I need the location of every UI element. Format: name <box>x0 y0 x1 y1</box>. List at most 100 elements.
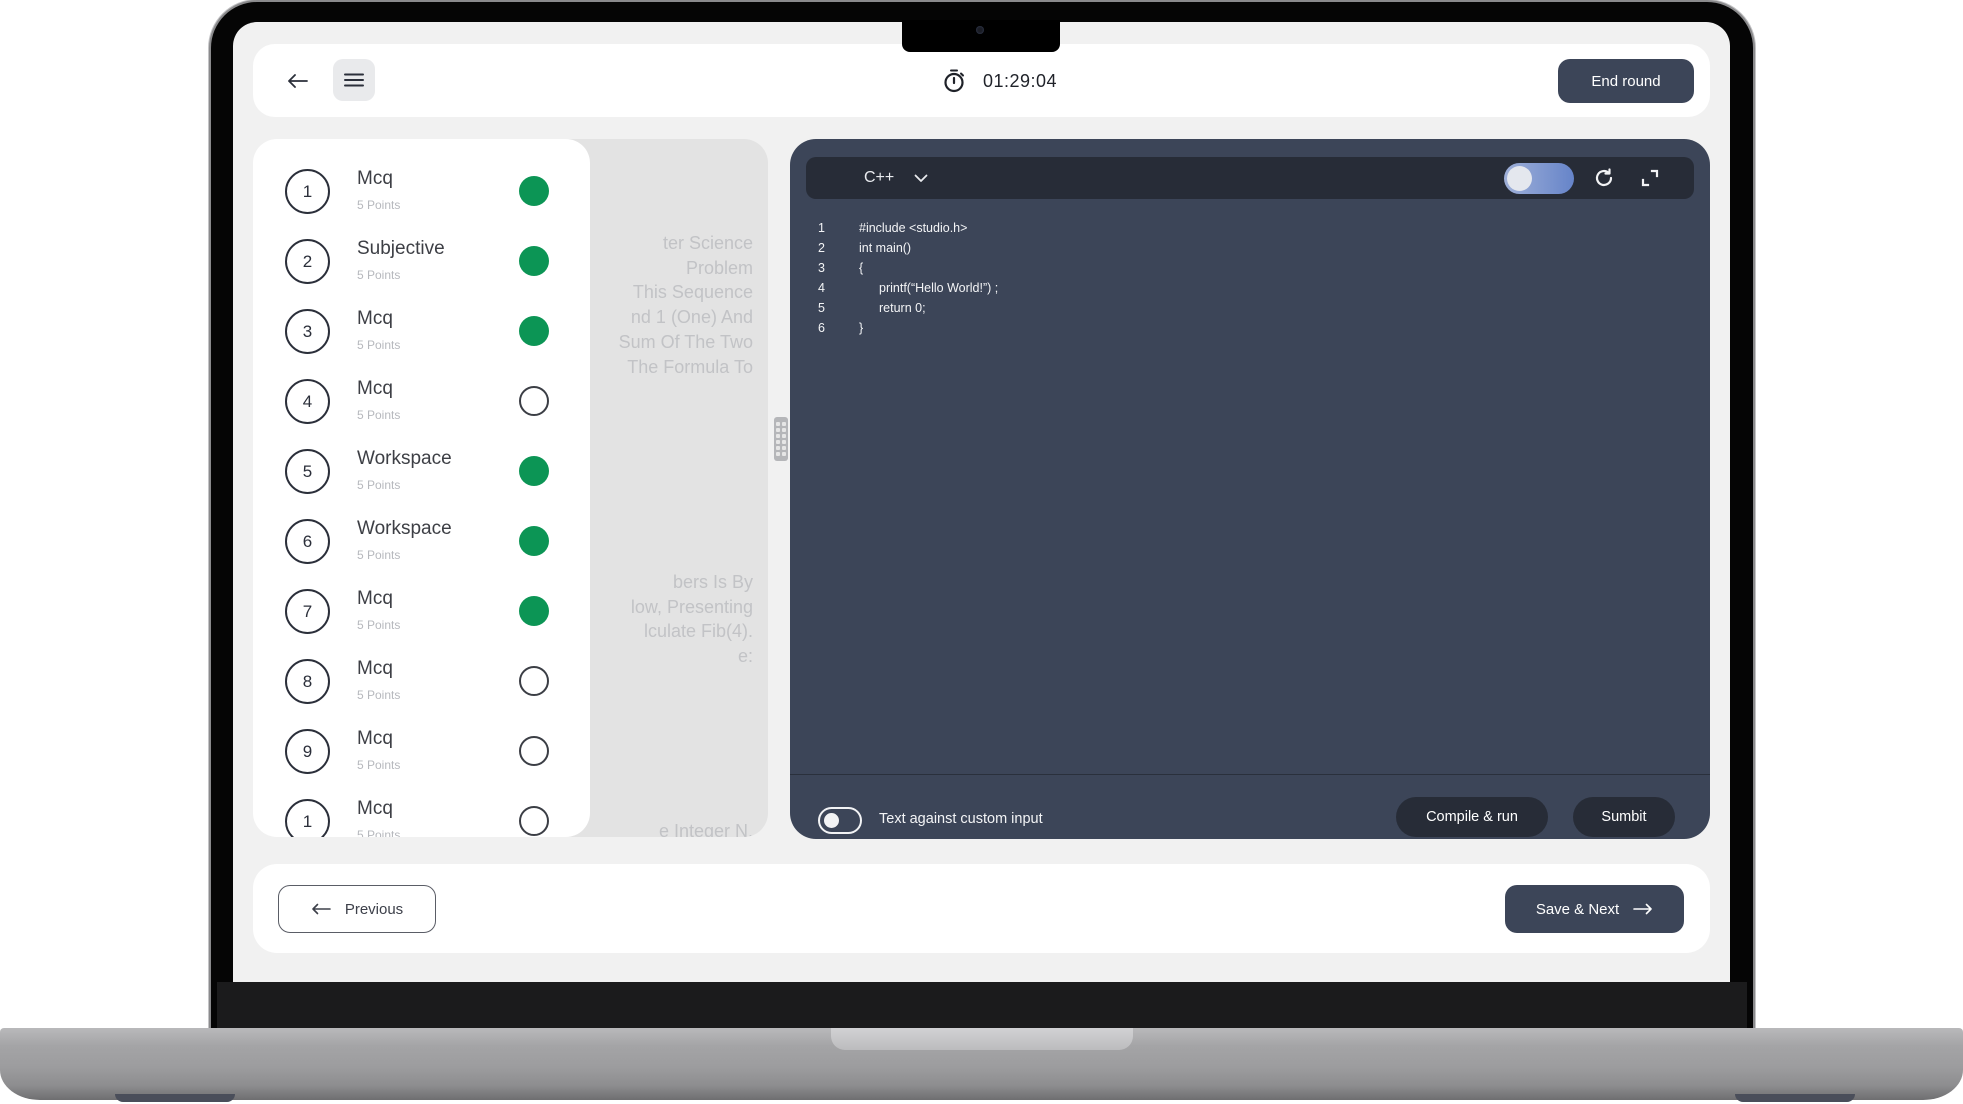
question-text-bottom: e Integer N. <box>563 819 753 837</box>
question-type: Mcq <box>357 168 393 189</box>
line-code: printf(“Hello World!”) ; <box>879 281 999 295</box>
compile-run-button[interactable]: Compile & run <box>1396 797 1548 837</box>
question-list-item[interactable]: 1 Mcq 5 Points <box>253 161 590 221</box>
question-line: This Sequence <box>632 282 753 303</box>
save-next-label: Save & Next <box>1535 900 1620 918</box>
code-area[interactable]: 1 #include <studio.h> 2 int main() 3{4 printf… <box>790 221 1710 341</box>
language-select[interactable]: C++ <box>864 157 928 199</box>
question-type: Mcq <box>357 658 393 679</box>
code-line: 3{ <box>790 261 1710 281</box>
question-list-item[interactable]: 8 Mcq 5 Points <box>253 651 590 711</box>
question-type: Workspace <box>357 448 452 469</box>
unanswered-status-icon <box>519 666 549 696</box>
custom-input-toggle[interactable] <box>818 807 862 834</box>
question-list-item[interactable]: 3 Mcq 5 Points <box>253 301 590 361</box>
question-points: 5 Points <box>357 618 401 632</box>
question-line: e: <box>737 646 753 667</box>
theme-toggle[interactable] <box>1504 163 1574 194</box>
question-list: 1 Mcq 5 Points 2 Subjective 5 Points 3 Mcq 5 Poi… <box>253 139 590 837</box>
question-line: The Formula To <box>627 356 753 377</box>
menu-button[interactable] <box>333 59 375 101</box>
question-list-item[interactable]: 4 Mcq 5 Points <box>253 371 590 431</box>
question-points: 5 Points <box>357 548 401 562</box>
question-number: 8 <box>285 659 330 704</box>
question-number: 1 <box>285 799 330 837</box>
question-type: Mcq <box>357 588 393 609</box>
question-number: 6 <box>285 519 330 564</box>
question-text-middle: bers Is By low, Presenting lculate Fib(4… <box>563 570 753 669</box>
line-number: 5 <box>818 301 825 315</box>
line-code: #include <studio.h> <box>859 221 968 235</box>
question-line: Sum Of The Two <box>618 331 753 352</box>
question-line: nd 1 (One) And <box>630 307 753 328</box>
back-button[interactable] <box>283 66 313 96</box>
laptop-base <box>0 1028 1963 1100</box>
question-type: Workspace <box>357 518 452 539</box>
question-number: 9 <box>285 729 330 774</box>
editor-toolbar: C++ <box>806 157 1694 199</box>
camera-notch <box>902 20 1060 52</box>
laptop-foot <box>1735 1094 1855 1102</box>
line-code: return 0; <box>879 301 926 315</box>
question-list-item[interactable]: 7 Mcq 5 Points <box>253 581 590 641</box>
question-type: Mcq <box>357 378 393 399</box>
question-number: 3 <box>285 309 330 354</box>
custom-input-toggle-knob <box>824 813 839 828</box>
question-points: 5 Points <box>357 338 401 352</box>
unanswered-status-icon <box>519 386 549 416</box>
save-next-button[interactable]: Save & Next <box>1505 885 1684 933</box>
end-round-button[interactable]: End round <box>1558 59 1694 103</box>
question-type: Mcq <box>357 308 393 329</box>
question-points: 5 Points <box>357 408 401 422</box>
top-bar: 01:29:04 End round <box>253 44 1710 117</box>
line-number: 2 <box>818 241 825 255</box>
timer-value: 01:29:04 <box>983 70 1058 91</box>
code-line: 6} <box>790 321 1710 341</box>
question-number: 2 <box>285 239 330 284</box>
question-number: 1 <box>285 169 330 214</box>
unanswered-status-icon <box>519 736 549 766</box>
question-list-item[interactable]: 2 Subjective 5 Points <box>253 231 590 291</box>
question-list-item[interactable]: 9 Mcq 5 Points <box>253 721 590 781</box>
answered-status-icon <box>519 596 549 626</box>
hamburger-icon <box>344 73 364 87</box>
previous-button[interactable]: Previous <box>278 885 436 933</box>
line-code: { <box>859 261 864 275</box>
refresh-icon <box>1595 168 1613 187</box>
line-number: 4 <box>818 281 825 295</box>
code-line: 2 int main() <box>790 241 1710 261</box>
camera-icon <box>976 26 984 34</box>
question-line: low, Presenting <box>630 596 753 617</box>
question-line: e Integer N. <box>658 821 753 837</box>
reset-code-button[interactable] <box>1592 166 1616 190</box>
question-points: 5 Points <box>357 828 401 837</box>
line-number: 6 <box>818 321 825 335</box>
line-code: } <box>859 321 864 335</box>
timer: 01:29:04 <box>943 66 1057 96</box>
question-list-item[interactable]: 1 Mcq 5 Points <box>253 791 590 837</box>
expand-icon <box>1641 169 1659 187</box>
line-number: 1 <box>818 221 825 235</box>
panel-resize-handle[interactable] <box>774 417 788 461</box>
question-number: 5 <box>285 449 330 494</box>
question-text-top: ter Science Problem This Sequence nd 1 (… <box>563 231 753 379</box>
question-type: Mcq <box>357 728 393 749</box>
question-line: bers Is By <box>672 572 753 592</box>
code-editor: C++ 1 #include <studio.h> 2 int main() 3… <box>790 139 1710 839</box>
fullscreen-button[interactable] <box>1638 166 1662 190</box>
question-list-item[interactable]: 5 Workspace 5 Points <box>253 441 590 501</box>
arrow-right-icon <box>1633 903 1652 915</box>
previous-label: Previous <box>344 900 404 918</box>
question-points: 5 Points <box>357 478 401 492</box>
answered-status-icon <box>519 456 549 486</box>
question-list-item[interactable]: 6 Workspace 5 Points <box>253 511 590 571</box>
submit-button[interactable]: Sumbit <box>1573 797 1675 837</box>
question-points: 5 Points <box>357 758 401 772</box>
laptop-chin <box>217 982 1747 1032</box>
question-number: 7 <box>285 589 330 634</box>
question-type: Subjective <box>357 238 445 259</box>
question-points: 5 Points <box>357 198 401 212</box>
code-line: 5 return 0; <box>790 301 1710 321</box>
arrow-left-icon <box>312 903 331 915</box>
question-type: Mcq <box>357 798 393 819</box>
